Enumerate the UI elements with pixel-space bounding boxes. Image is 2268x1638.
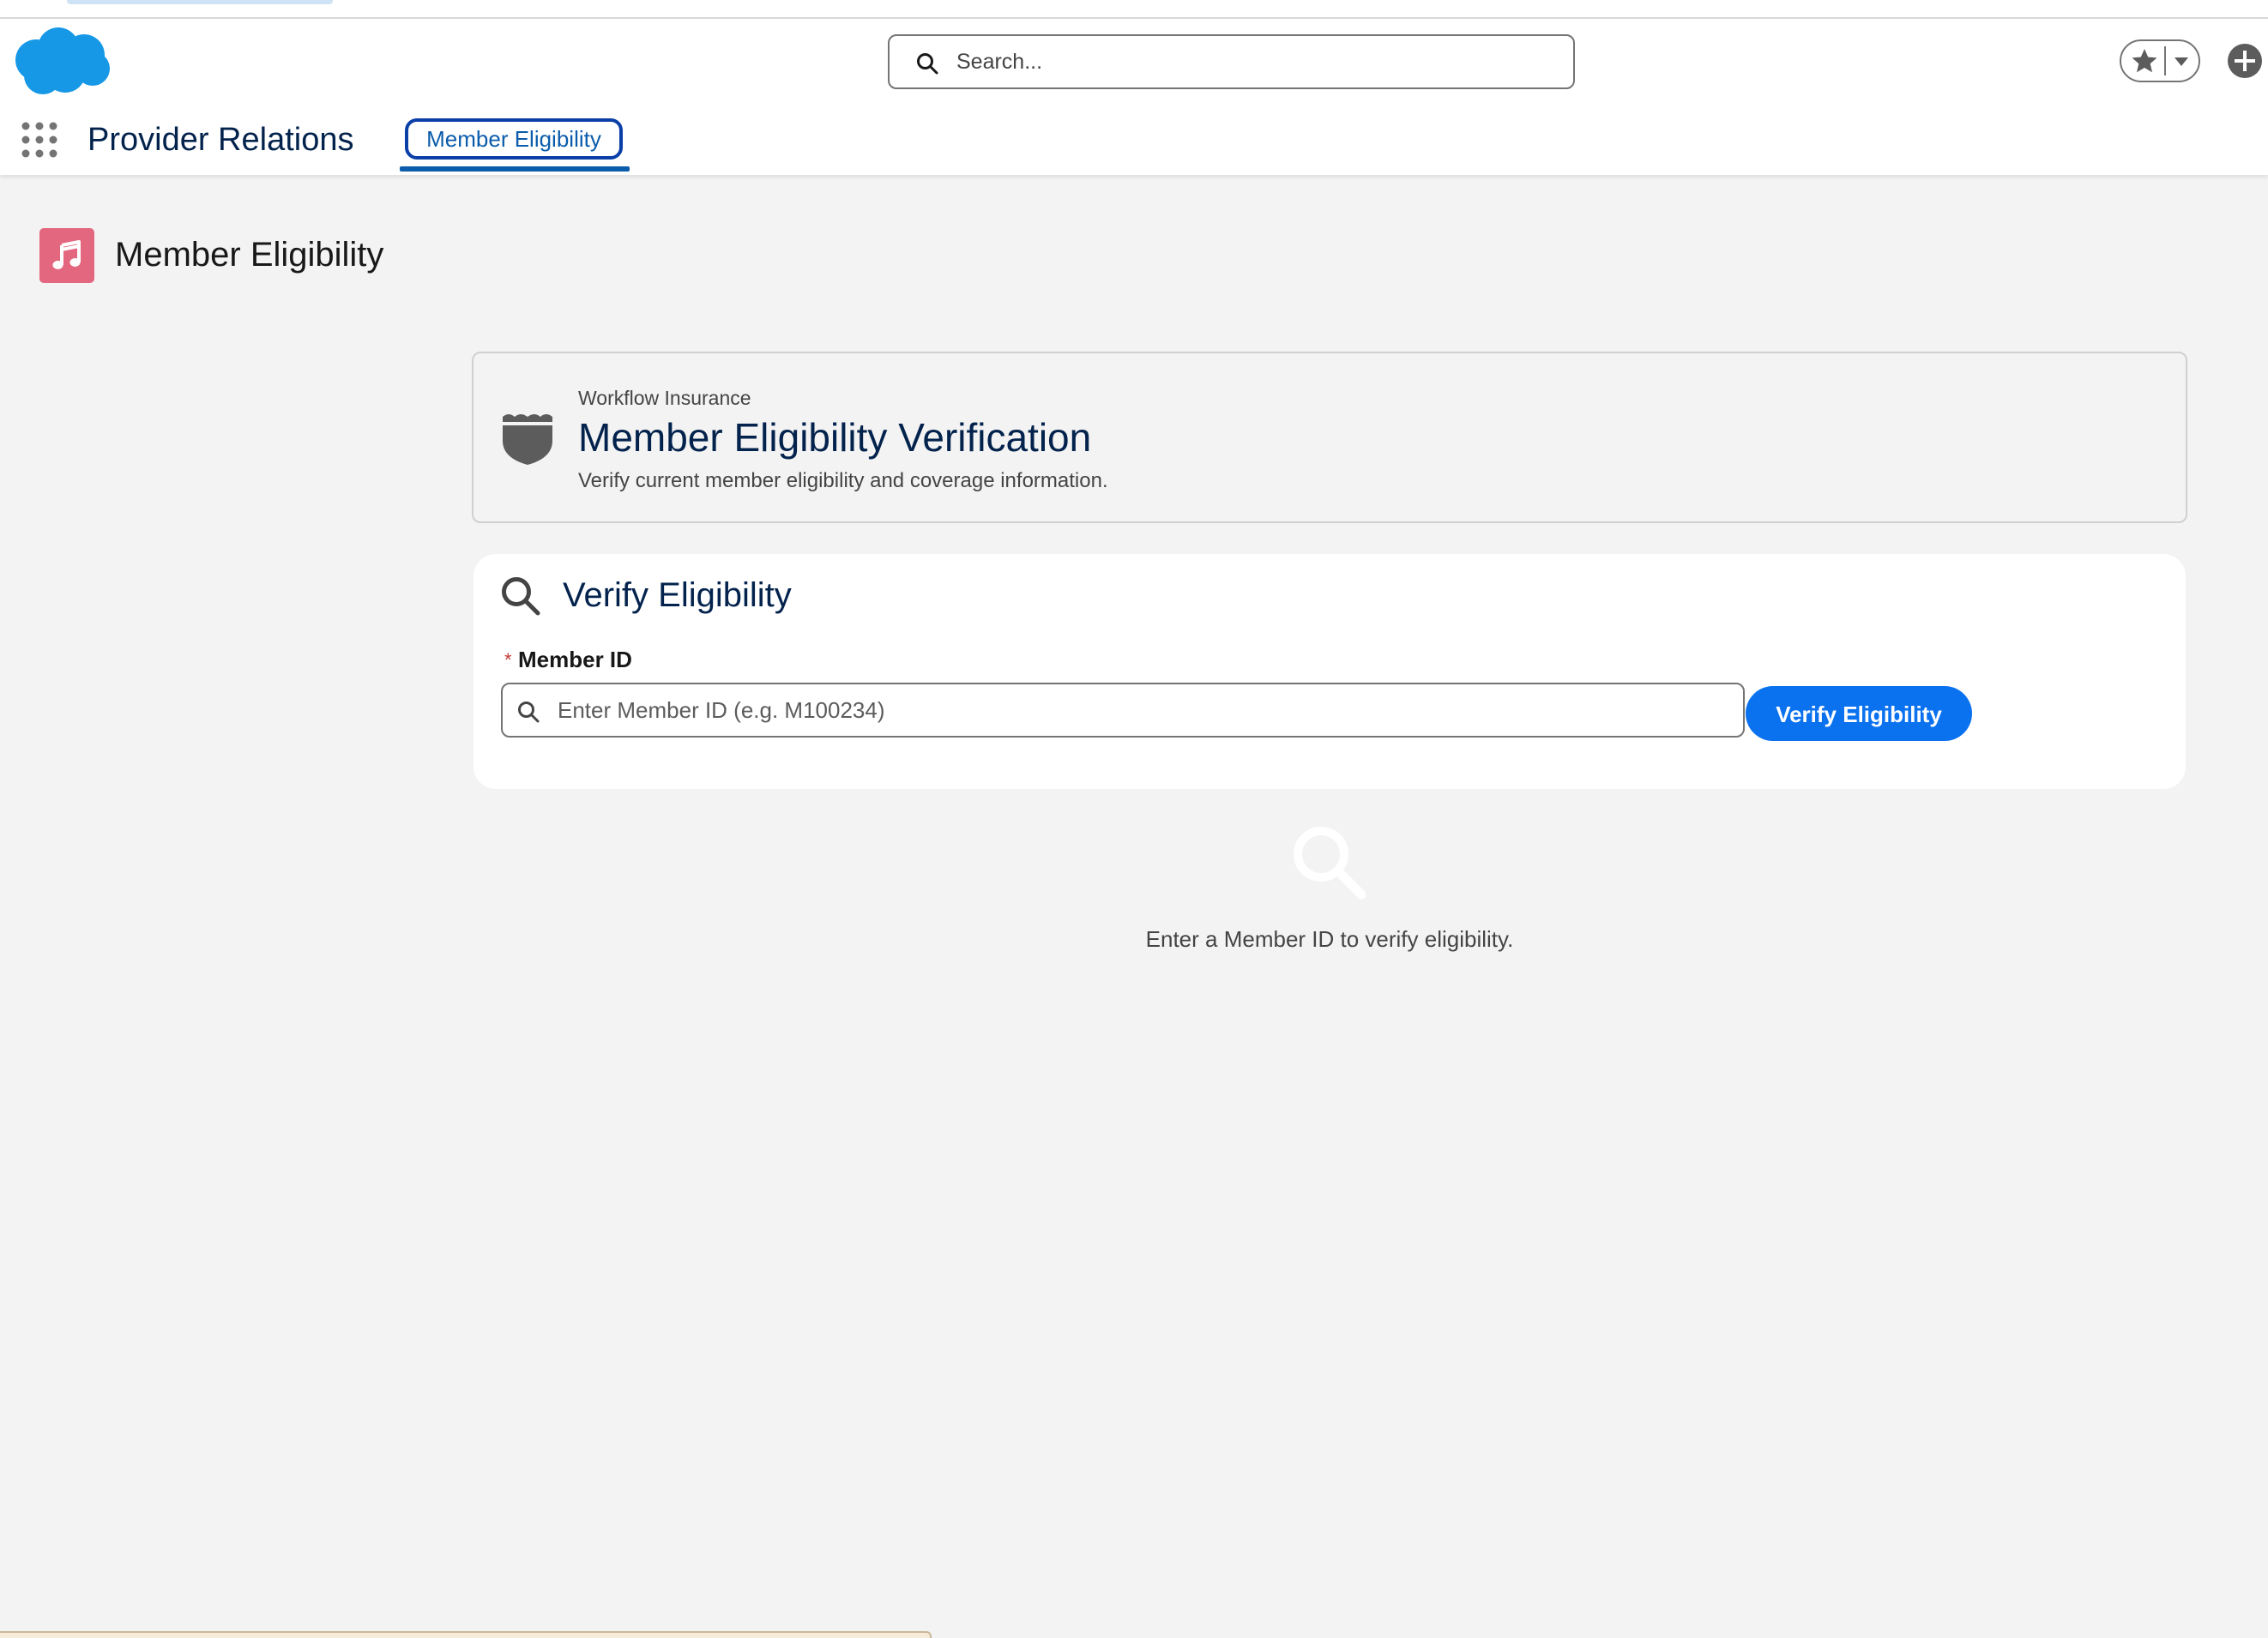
- app-name: Provider Relations: [87, 122, 354, 158]
- bottom-notification-edge: [0, 1631, 932, 1638]
- music-note-icon: [39, 228, 94, 283]
- plus-circle-icon[interactable]: [2226, 42, 2264, 80]
- global-search-input[interactable]: [955, 41, 1555, 82]
- favorites-button-group[interactable]: [2120, 39, 2200, 82]
- page-title: Member Eligibility: [115, 236, 384, 274]
- hero-eyebrow: Workflow Insurance: [578, 387, 751, 409]
- global-search-box[interactable]: [888, 34, 1575, 89]
- active-tab-indicator: [400, 166, 630, 172]
- favorites-divider: [2164, 46, 2166, 75]
- search-icon: [917, 53, 938, 75]
- required-marker: *: [504, 649, 512, 671]
- browser-active-tab-indicator: [67, 0, 333, 4]
- browser-top-strip: [0, 0, 2268, 19]
- search-icon: [518, 702, 540, 723]
- verify-eligibility-button[interactable]: Verify Eligibility: [1746, 686, 1972, 741]
- caret-down-icon[interactable]: [2171, 53, 2192, 70]
- member-id-field[interactable]: [501, 683, 1745, 738]
- verify-eligibility-card: Verify Eligibility * Member ID Verify El…: [474, 554, 2186, 789]
- global-header: [0, 19, 2268, 115]
- member-id-input[interactable]: [556, 690, 1731, 731]
- tab-member-eligibility[interactable]: Member Eligibility: [405, 118, 623, 160]
- hero-subtitle: Verify current member eligibility and co…: [578, 469, 1108, 492]
- verify-card-title: Verify Eligibility: [563, 576, 792, 614]
- salesforce-cloud-logo[interactable]: [10, 26, 112, 96]
- shield-icon: [503, 414, 552, 465]
- star-icon[interactable]: [2130, 46, 2159, 75]
- waffle-grid-icon[interactable]: [21, 120, 58, 160]
- member-id-label: Member ID: [518, 647, 632, 672]
- search-icon: [502, 577, 540, 616]
- hero-header-card: Workflow Insurance Member Eligibility Ve…: [472, 352, 2187, 523]
- app-navigation-bar: Provider Relations Member Eligibility: [0, 115, 2268, 175]
- empty-state-message: Enter a Member ID to verify eligibility.: [1145, 926, 1514, 952]
- search-icon: [1294, 827, 1366, 900]
- hero-title: Member Eligibility Verification: [578, 415, 1092, 460]
